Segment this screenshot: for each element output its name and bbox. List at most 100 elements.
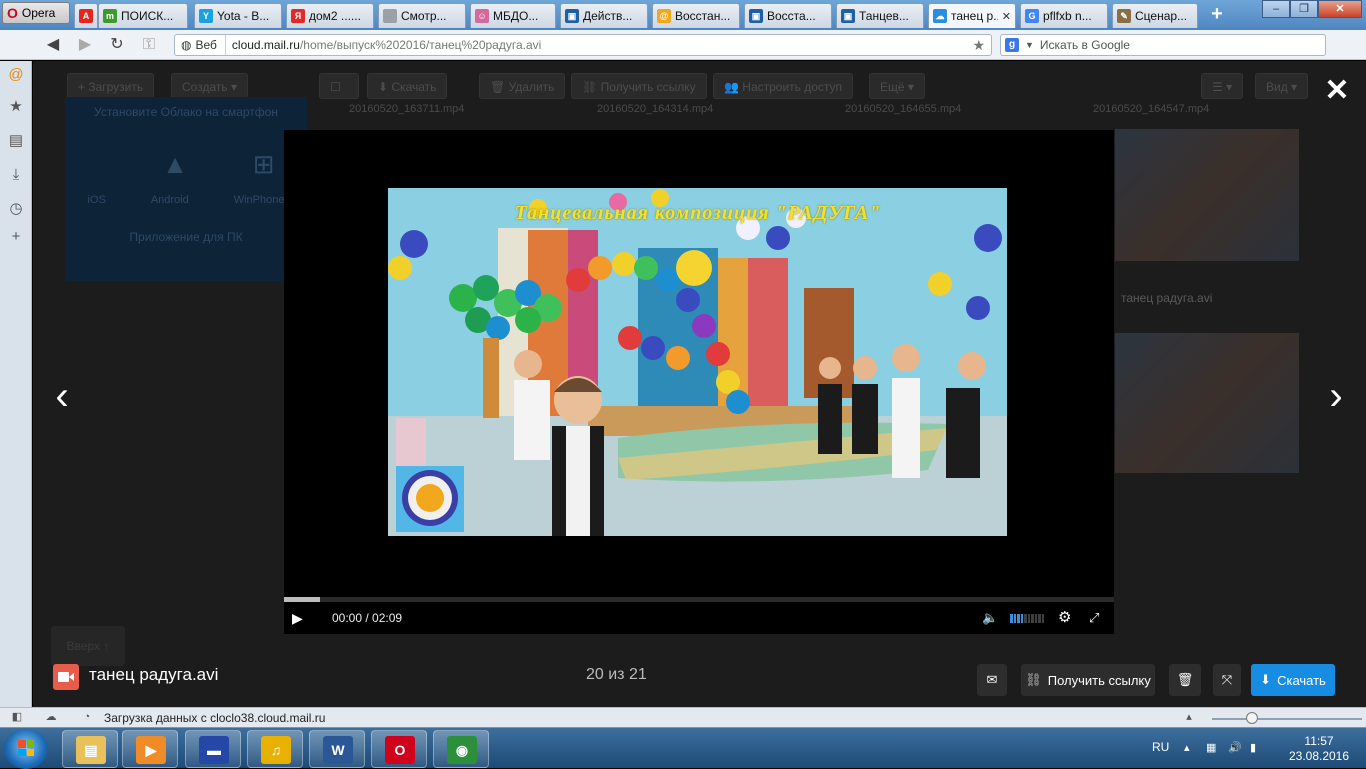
bg-file-1: 20160520_163711.mp4 bbox=[349, 103, 465, 115]
search-field[interactable]: g ▼ Искать в Google bbox=[1000, 34, 1326, 56]
browser-tab[interactable]: ✎ Сценар... bbox=[1112, 3, 1198, 28]
history-icon[interactable]: ◷ bbox=[6, 199, 26, 219]
tray-expand-icon[interactable]: ▴ bbox=[1184, 741, 1190, 754]
browser-tab[interactable]: ☺ МБДО... bbox=[470, 3, 556, 28]
zoom-slider[interactable] bbox=[1212, 718, 1362, 720]
start-button[interactable] bbox=[4, 729, 48, 769]
video-frame[interactable]: Танцевальная композиция "РАДУГА" bbox=[388, 188, 1007, 536]
volume-segment bbox=[1013, 614, 1016, 623]
search-engine-dropdown-icon[interactable]: ▼ bbox=[1025, 40, 1034, 50]
windows-icon: ⊞ bbox=[252, 149, 275, 179]
next-arrow-icon[interactable]: › bbox=[1324, 376, 1348, 416]
bg-scroll-up-button: Вверх ↑ bbox=[51, 626, 125, 666]
bg-promo-title: Установите Облако на смартфон bbox=[94, 105, 278, 119]
taskbar-app-media[interactable]: ▶ bbox=[122, 730, 178, 768]
taskbar-app-floppy[interactable]: ▬ bbox=[185, 730, 241, 768]
search-placeholder: Искать в Google bbox=[1039, 38, 1130, 52]
clock[interactable]: 11:57 23.08.2016 bbox=[1286, 734, 1352, 764]
mail-icon[interactable]: @ bbox=[6, 65, 26, 85]
play-icon[interactable]: ▶ bbox=[292, 610, 308, 626]
notes-icon[interactable]: ▤ bbox=[6, 131, 26, 151]
browser-tab-bar: O Opera m ПОИСК... Y Yota - В... Ядом2 .....… bbox=[0, 0, 1366, 30]
new-tab-button[interactable]: + bbox=[1206, 4, 1228, 26]
pinned-tab[interactable]: А bbox=[74, 3, 98, 28]
gear-icon[interactable]: ⚙ bbox=[1058, 609, 1074, 627]
window-close-button[interactable]: ✕ bbox=[1318, 0, 1362, 18]
download-button[interactable]: ⬇ Скачать bbox=[1251, 664, 1335, 696]
tab-label: Восста... bbox=[767, 9, 816, 23]
tab-label: Восстан... bbox=[675, 9, 731, 23]
site-info-button[interactable]: ◍ Веб bbox=[175, 35, 226, 55]
explorer-icon: ▤ bbox=[76, 736, 106, 764]
restore-button[interactable]: ❐ bbox=[1290, 0, 1318, 18]
eye-icon: ◉ bbox=[447, 736, 477, 764]
status-text: Загрузка данных с cloclo38.cloud.mail.ru bbox=[104, 711, 326, 725]
zoom-slider-handle[interactable] bbox=[1246, 712, 1258, 724]
bg-get-link-button: ⛓ Получить ссылку bbox=[571, 73, 707, 99]
taskbar-app-eye[interactable]: ◉ bbox=[433, 730, 489, 768]
browser-tab[interactable]: ▣ Танцев... bbox=[836, 3, 924, 28]
reload-icon[interactable]: ↻ bbox=[106, 34, 128, 56]
video-player[interactable]: Танцевальная композиция "РАДУГА" ▶ 00:00… bbox=[284, 130, 1114, 634]
add-panel-icon[interactable]: + bbox=[6, 227, 26, 247]
taskbar-app-opera[interactable]: O bbox=[371, 730, 427, 768]
email-button[interactable]: ✉ bbox=[977, 664, 1007, 696]
tab-favicon-icon: ▣ bbox=[749, 9, 763, 23]
minimize-button[interactable]: – bbox=[1262, 0, 1290, 18]
delete-button[interactable]: 🗑 bbox=[1169, 664, 1201, 696]
tab-favicon-icon: ✎ bbox=[1117, 9, 1131, 23]
browser-tab[interactable]: @ Восстан... bbox=[652, 3, 740, 28]
browser-tab[interactable]: ▣ Восста... bbox=[744, 3, 832, 28]
bg-delete-button: 🗑 Удалить bbox=[479, 73, 566, 99]
browser-tab[interactable]: ☁ танец р... ✕ bbox=[928, 3, 1016, 28]
browser-tab[interactable]: Ядом2 ...... bbox=[286, 3, 374, 28]
zoom-menu-icon[interactable]: ▴ bbox=[1182, 710, 1196, 724]
tab-label: танец р... bbox=[951, 9, 998, 23]
browser-tab[interactable]: Gpflfxb n... bbox=[1020, 3, 1108, 28]
opera-menu-label: Opera bbox=[21, 6, 56, 20]
browser-tab[interactable]: Смотр... bbox=[378, 3, 466, 28]
downloads-panel-icon[interactable]: ⤓ bbox=[6, 165, 26, 185]
volume-segment bbox=[1010, 614, 1013, 623]
taskbar-app-audio[interactable]: ♫ bbox=[247, 730, 303, 768]
tab-favicon-icon bbox=[383, 9, 397, 23]
browser-tab[interactable]: m ПОИСК... bbox=[98, 3, 188, 28]
viewer-close-icon[interactable]: ✕ bbox=[1324, 76, 1350, 106]
browser-tab[interactable]: ▣ Действ... bbox=[560, 3, 648, 28]
side-panel: @ ★ ▤ ⤓ ◷ + bbox=[0, 61, 32, 707]
volume-icon[interactable]: 🔈 bbox=[982, 610, 998, 626]
taskbar-app-explorer[interactable]: ▤ bbox=[62, 730, 118, 768]
volume-segment bbox=[1031, 614, 1034, 623]
speaker-icon[interactable]: 🔊 bbox=[1228, 741, 1242, 754]
clock-date: 23.08.2016 bbox=[1288, 749, 1350, 763]
fullscreen-icon[interactable]: ⤢ bbox=[1089, 609, 1105, 627]
previous-arrow-icon[interactable]: ‹ bbox=[50, 376, 74, 416]
get-link-button[interactable]: ⛓ Получить ссылку bbox=[1021, 664, 1155, 696]
network-icon[interactable]: ▦ bbox=[1206, 741, 1216, 754]
browser-tab[interactable]: Y Yota - В... bbox=[194, 3, 282, 28]
forward-icon[interactable]: ▶ bbox=[74, 34, 96, 56]
volume-slider[interactable] bbox=[1010, 614, 1044, 623]
link-icon: ⛓ bbox=[1025, 672, 1042, 687]
power-icon[interactable]: ▮ bbox=[1250, 741, 1256, 754]
tab-label: дом2 ...... bbox=[309, 9, 361, 23]
language-indicator[interactable]: RU bbox=[1152, 740, 1169, 754]
bg-promo-winphone: WinPhone bbox=[233, 194, 285, 206]
clock-time: 11:57 bbox=[1304, 734, 1334, 748]
url-field[interactable]: ◍ Веб cloud.mail.ru /home/выпуск%202016/… bbox=[174, 34, 992, 56]
opera-menu-button[interactable]: O Opera bbox=[2, 2, 70, 24]
pinned-tab-favicon-icon: А bbox=[79, 9, 93, 23]
bookmark-star-icon[interactable]: ★ bbox=[972, 37, 985, 54]
download-icon: ⬇ bbox=[1260, 672, 1272, 687]
tab-close-icon[interactable]: ✕ bbox=[1002, 10, 1011, 23]
bg-sort-button: ☰ ▾ bbox=[1201, 73, 1244, 99]
windows-taskbar: ▤ ▶ ▬ ♫ W O ◉ RU ▴ ▦ 🔊 ▮ 11:57 23.08.2016 bbox=[0, 727, 1366, 769]
back-icon[interactable]: ◀ bbox=[42, 34, 64, 56]
trash-icon: 🗑 bbox=[1176, 672, 1194, 687]
panel-toggle-icon[interactable]: ◧ bbox=[10, 710, 24, 724]
fit-screen-button[interactable]: ⤧ bbox=[1213, 664, 1241, 696]
bookmarks-star-icon[interactable]: ★ bbox=[6, 97, 26, 117]
cloud-icon[interactable]: ☁ bbox=[44, 710, 58, 724]
taskbar-app-word[interactable]: W bbox=[309, 730, 365, 768]
key-icon[interactable]: ⚿ bbox=[138, 34, 160, 56]
